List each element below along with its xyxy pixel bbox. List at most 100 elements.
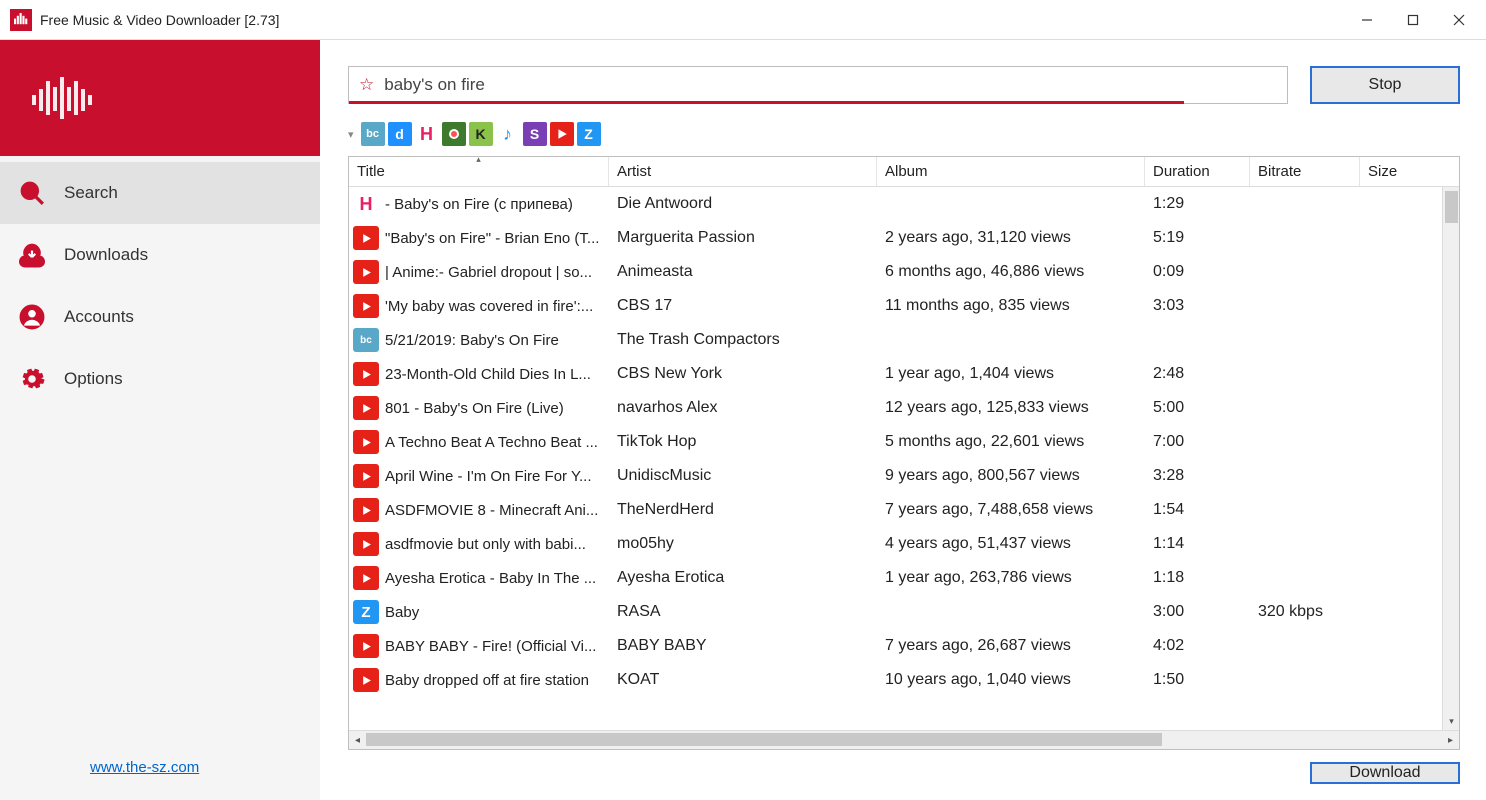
col-duration[interactable]: Duration <box>1145 157 1250 186</box>
table-row[interactable]: bc5/21/2019: Baby's On FireThe Trash Com… <box>349 323 1459 357</box>
table-row[interactable]: April Wine - I'm On Fire For Y...Unidisc… <box>349 459 1459 493</box>
source-s-icon[interactable]: S <box>523 122 547 146</box>
sidebar-item-search[interactable]: Search <box>0 162 320 224</box>
table-row[interactable]: Baby dropped off at fire stationKOAT10 y… <box>349 663 1459 697</box>
cell-duration: 2:48 <box>1145 365 1250 383</box>
col-artist[interactable]: Artist <box>609 157 877 186</box>
table-row[interactable]: 'My baby was covered in fire':...CBS 171… <box>349 289 1459 323</box>
cell-duration: 1:54 <box>1145 501 1250 519</box>
cell-bitrate: 320 kbps <box>1250 603 1360 621</box>
bandcamp-icon: bc <box>353 328 379 352</box>
source-filter-row: ▾ bc d H K ♪ S Z <box>348 122 1460 146</box>
cell-duration: 1:29 <box>1145 195 1250 213</box>
cell-album: 11 months ago, 835 views <box>877 297 1145 315</box>
source-h-icon[interactable]: H <box>415 122 439 146</box>
cell-title: 23-Month-Old Child Dies In L... <box>385 366 591 383</box>
cell-title: Baby <box>385 604 419 621</box>
cell-artist: KOAT <box>609 671 877 689</box>
table-row[interactable]: ZBabyRASA3:00320 kbps <box>349 595 1459 629</box>
search-box[interactable]: ☆ <box>348 66 1288 104</box>
cell-title: - Baby's on Fire (с припева) <box>385 196 573 213</box>
download-button[interactable]: Download <box>1310 762 1460 784</box>
cell-album: 1 year ago, 263,786 views <box>877 569 1145 587</box>
sidebar-item-label: Downloads <box>64 245 148 265</box>
stop-button[interactable]: Stop <box>1310 66 1460 104</box>
sources-dropdown-icon[interactable]: ▾ <box>348 128 354 141</box>
search-input[interactable] <box>384 67 1277 103</box>
cell-title: 5/21/2019: Baby's On Fire <box>385 332 559 349</box>
brand-logo-icon <box>30 68 100 128</box>
vertical-scrollbar[interactable]: ▾ <box>1442 187 1459 730</box>
nav: Search Downloads Accounts Options <box>0 156 320 410</box>
col-bitrate[interactable]: Bitrate <box>1250 157 1360 186</box>
scrollbar-thumb[interactable] <box>1445 191 1458 223</box>
gear-icon <box>18 365 46 393</box>
sidebar-item-options[interactable]: Options <box>0 348 320 410</box>
table-row[interactable]: H - Baby's on Fire (с припева)Die Antwoo… <box>349 187 1459 221</box>
cell-artist: mo05hy <box>609 535 877 553</box>
sidebar-item-accounts[interactable]: Accounts <box>0 286 320 348</box>
minimize-button[interactable] <box>1344 0 1390 40</box>
youtube-icon <box>353 532 379 556</box>
table-row[interactable]: BABY BABY - Fire! (Official Vi... BABY BA… <box>349 629 1459 663</box>
cell-album: 5 months ago, 22,601 views <box>877 433 1145 451</box>
cell-title: | Anime:- Gabriel dropout | so... <box>385 264 592 281</box>
table-row[interactable]: | Anime:- Gabriel dropout | so...Animeas… <box>349 255 1459 289</box>
website-link[interactable]: www.the-sz.com <box>90 759 199 776</box>
source-k-icon[interactable]: K <box>469 122 493 146</box>
table-row[interactable]: ASDFMOVIE 8 - Minecraft Ani...TheNerdHer… <box>349 493 1459 527</box>
cell-title: BABY BABY - Fire! (Official Vi... <box>385 638 596 655</box>
youtube-icon <box>353 396 379 420</box>
cell-duration: 7:00 <box>1145 433 1250 451</box>
scroll-left-icon[interactable]: ◂ <box>349 732 366 749</box>
scroll-right-icon[interactable]: ▸ <box>1442 732 1459 749</box>
cell-artist: BABY BABY <box>609 637 877 655</box>
col-size[interactable]: Size <box>1360 157 1459 186</box>
horizontal-scrollbar[interactable]: ◂ ▸ <box>349 730 1459 749</box>
table-row[interactable]: 23-Month-Old Child Dies In L...CBS New Y… <box>349 357 1459 391</box>
cell-duration: 3:00 <box>1145 603 1250 621</box>
sidebar-item-label: Search <box>64 183 118 203</box>
brand-banner <box>0 40 320 156</box>
scrollbar-thumb[interactable] <box>366 733 1162 746</box>
col-album[interactable]: Album <box>877 157 1145 186</box>
z-source-icon: Z <box>353 600 379 624</box>
youtube-icon <box>353 226 379 250</box>
cell-title: A Techno Beat A Techno Beat ... <box>385 434 598 451</box>
cell-album: 7 years ago, 7,488,658 views <box>877 501 1145 519</box>
sort-asc-icon: ▴ <box>476 154 481 165</box>
source-dot-icon[interactable] <box>442 122 466 146</box>
sidebar: Search Downloads Accounts Options www.th… <box>0 40 320 800</box>
cell-duration: 3:03 <box>1145 297 1250 315</box>
table-row[interactable]: Ayesha Erotica - Baby In The ...Ayesha E… <box>349 561 1459 595</box>
titlebar: Free Music & Video Downloader [2.73] <box>0 0 1486 40</box>
results-table: Title▴ Artist Album Duration Bitrate Siz… <box>348 156 1460 750</box>
source-youtube-icon[interactable] <box>550 122 574 146</box>
cell-artist: Die Antwoord <box>609 195 877 213</box>
youtube-icon <box>353 362 379 386</box>
table-row[interactable]: 801 - Baby's On Fire (Live)navarhos Alex… <box>349 391 1459 425</box>
source-note-icon[interactable]: ♪ <box>496 122 520 146</box>
source-d-icon[interactable]: d <box>388 122 412 146</box>
table-row[interactable]: "Baby's on Fire" - Brian Eno (T...Margue… <box>349 221 1459 255</box>
cell-title: ASDFMOVIE 8 - Minecraft Ani... <box>385 502 598 519</box>
star-icon[interactable]: ☆ <box>359 75 374 95</box>
youtube-icon <box>353 566 379 590</box>
cell-title: asdfmovie but only with babi... <box>385 536 586 553</box>
window-title: Free Music & Video Downloader [2.73] <box>40 12 279 28</box>
table-row[interactable]: asdfmovie but only with babi...mo05hy4 y… <box>349 527 1459 561</box>
source-z-icon[interactable]: Z <box>577 122 601 146</box>
sidebar-item-downloads[interactable]: Downloads <box>0 224 320 286</box>
source-bandcamp-icon[interactable]: bc <box>361 122 385 146</box>
cell-artist: UnidiscMusic <box>609 467 877 485</box>
maximize-button[interactable] <box>1390 0 1436 40</box>
table-row[interactable]: A Techno Beat A Techno Beat ...TikTok Ho… <box>349 425 1459 459</box>
cell-duration: 4:02 <box>1145 637 1250 655</box>
footer-link-wrap: www.the-sz.com <box>0 759 320 800</box>
cell-album: 6 months ago, 46,886 views <box>877 263 1145 281</box>
close-button[interactable] <box>1436 0 1482 40</box>
scroll-down-icon[interactable]: ▾ <box>1443 713 1459 730</box>
col-title[interactable]: Title▴ <box>349 157 609 186</box>
cell-album: 12 years ago, 125,833 views <box>877 399 1145 417</box>
cell-title: "Baby's on Fire" - Brian Eno (T... <box>385 230 599 247</box>
